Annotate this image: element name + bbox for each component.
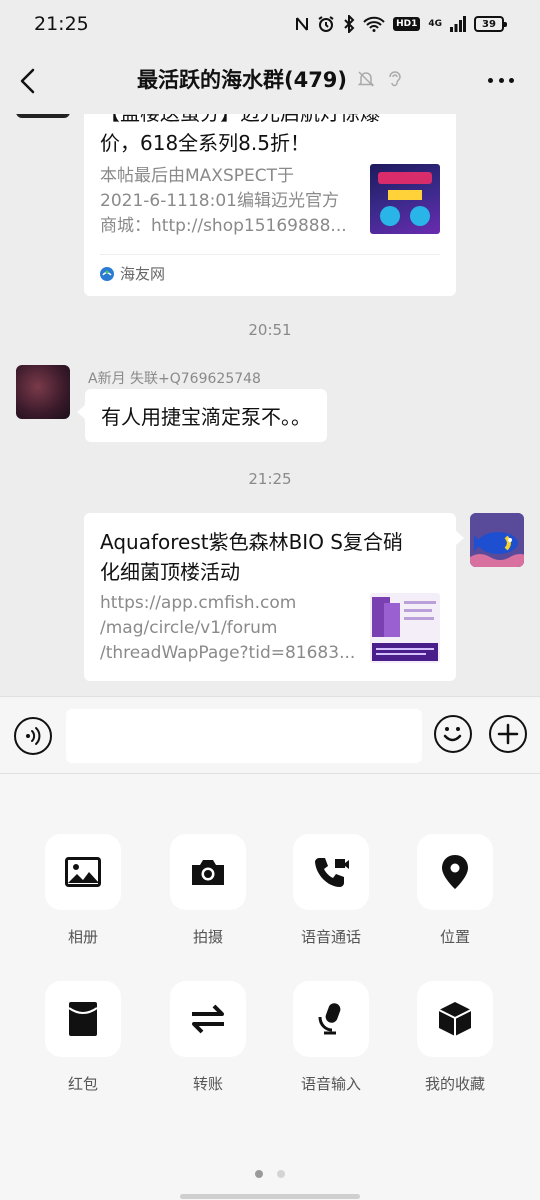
red-packet-icon xyxy=(68,1002,98,1036)
more-functions-button[interactable] xyxy=(489,715,527,753)
timestamp: 21:25 xyxy=(248,470,292,488)
chat-header: 最活跃的海水群(479) xyxy=(0,48,540,114)
tool-label: 拍摄 xyxy=(192,928,223,946)
nfc-icon xyxy=(296,17,309,31)
emoji-icon xyxy=(443,727,462,742)
link-card-source: 海友网 xyxy=(120,265,166,283)
alarm-icon xyxy=(318,16,334,32)
own-link-card[interactable]: Aquaforest紫色森林BIO S复合硝 化细菌顶楼活动 https://a… xyxy=(84,513,464,681)
own-link-card-thumbnail xyxy=(370,593,440,663)
camera-icon xyxy=(192,860,224,885)
timestamp: 20:51 xyxy=(248,321,292,339)
tool-voice-call[interactable]: 语音通话 xyxy=(281,834,381,947)
tool-label: 我的收藏 xyxy=(424,1075,485,1093)
photo-album-icon xyxy=(65,857,101,887)
mute-bell-icon xyxy=(357,71,375,87)
sender-name: A新月 失联+Q769625748 xyxy=(88,371,261,387)
tool-label: 语音通话 xyxy=(300,928,361,946)
signal-icon xyxy=(450,16,466,32)
tool-label: 相册 xyxy=(67,928,98,946)
page-dot[interactable] xyxy=(277,1170,285,1178)
location-icon xyxy=(442,855,468,889)
wifi-icon xyxy=(363,16,385,32)
link-card-title-line1: 【盖楼送蛋分】迈光启航灯惊爆 xyxy=(100,114,440,128)
source-logo-icon xyxy=(100,266,114,281)
own-link-card-title-line2: 化细菌顶楼活动 xyxy=(100,560,240,584)
status-bar: 21:25 HD1 4G 39 xyxy=(0,0,540,48)
earpiece-icon xyxy=(389,71,401,87)
tool-label: 红包 xyxy=(67,1075,98,1093)
voice-icon xyxy=(26,727,41,745)
own-avatar[interactable] xyxy=(470,513,524,567)
transfer-icon xyxy=(192,1004,224,1034)
hd-badge: HD1 xyxy=(393,17,421,31)
tool-label: 转账 xyxy=(192,1075,223,1093)
favorites-icon xyxy=(438,1002,472,1036)
page-dot-active[interactable] xyxy=(255,1170,263,1178)
tool-voice-input[interactable]: 语音输入 xyxy=(281,981,381,1094)
battery-icon: 39 xyxy=(474,16,507,32)
voice-toggle-button[interactable] xyxy=(14,717,52,755)
tool-album[interactable]: 相册 xyxy=(33,834,133,947)
tool-transfer[interactable]: 转账 xyxy=(158,981,258,1094)
tool-red-packet[interactable]: 红包 xyxy=(33,981,133,1094)
plus-icon xyxy=(497,723,519,745)
microphone-icon xyxy=(318,1003,341,1035)
link-card-thumbnail xyxy=(370,164,440,234)
chat-messages[interactable]: 【盖楼送蛋分】迈光启航灯惊爆 价，618全系列8.5折！ 本帖最后由MAXSPE… xyxy=(0,114,540,696)
message-input[interactable] xyxy=(66,709,422,763)
function-panel: 相册 拍摄 语音通话 位置 红包 转账 语音输入 我的收藏 xyxy=(0,774,540,1200)
link-card-title-line2: 价，618全系列8.5折！ xyxy=(100,131,310,155)
link-card[interactable]: 【盖楼送蛋分】迈光启航灯惊爆 价，618全系列8.5折！ 本帖最后由MAXSPE… xyxy=(84,114,456,296)
text-message-bubble[interactable]: 有人用捷宝滴定泵不。。 xyxy=(77,389,327,442)
status-icons: HD1 4G 39 xyxy=(295,15,507,33)
tool-location[interactable]: 位置 xyxy=(405,834,505,947)
own-link-card-title-line1: Aquaforest紫色森林BIO S复合硝 xyxy=(100,530,403,554)
tool-label: 位置 xyxy=(439,928,470,946)
network-label: 4G xyxy=(428,18,442,29)
tool-favorites[interactable]: 我的收藏 xyxy=(405,981,505,1094)
voice-call-icon xyxy=(315,858,349,887)
sender-avatar[interactable] xyxy=(16,365,70,419)
more-options-button[interactable] xyxy=(488,70,514,90)
page-indicator xyxy=(0,1170,540,1178)
home-indicator[interactable] xyxy=(180,1194,360,1199)
emoji-button[interactable] xyxy=(434,715,472,753)
tool-label: 语音输入 xyxy=(300,1075,361,1093)
bluetooth-icon xyxy=(344,15,355,33)
avatar[interactable] xyxy=(16,114,70,118)
status-time: 21:25 xyxy=(34,13,89,35)
input-bar xyxy=(0,696,540,774)
chat-title: 最活跃的海水群(479) xyxy=(136,68,348,92)
tool-camera[interactable]: 拍摄 xyxy=(158,834,258,947)
